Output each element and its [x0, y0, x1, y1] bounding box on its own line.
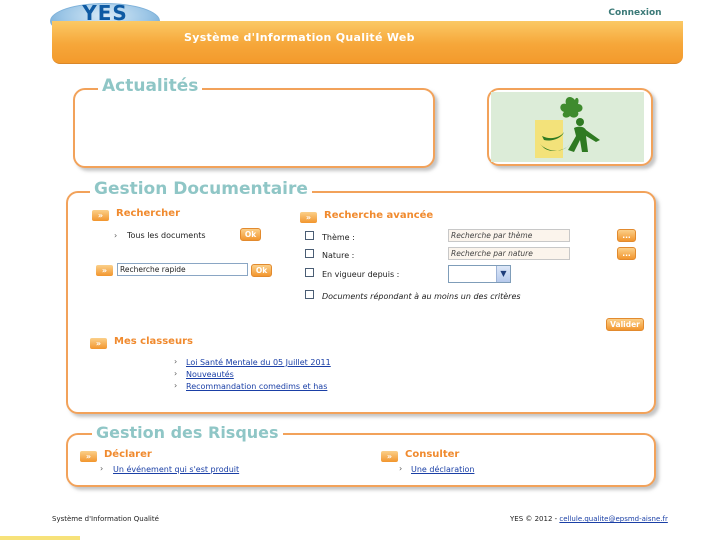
login-link[interactable]: Connexion: [590, 8, 680, 18]
theme-input[interactable]: Recherche par thème: [448, 229, 570, 242]
binder-link[interactable]: Nouveautés: [186, 370, 234, 379]
double-arrow-icon: »: [96, 265, 113, 276]
theme-label: Thème :: [322, 233, 355, 242]
consult-label: Consulter: [405, 449, 460, 460]
binder-link[interactable]: Recommandation comedims et has: [186, 382, 327, 391]
binders-label: Mes classeurs: [114, 336, 193, 347]
news-panel: [73, 88, 435, 168]
chevron-right-icon: ›: [100, 464, 104, 473]
double-arrow-icon: »: [90, 338, 107, 349]
advanced-search-label: Recherche avancée: [324, 210, 434, 221]
declare-event-link[interactable]: Un événement qui s'est produit: [113, 465, 239, 474]
risks-title: Gestion des Risques: [92, 423, 283, 442]
chevron-right-icon: ›: [174, 381, 178, 390]
double-arrow-icon: »: [92, 210, 109, 221]
chevron-right-icon: ›: [174, 369, 178, 378]
all-documents-label: Tous les documents: [127, 231, 206, 240]
search-section-label: Rechercher: [116, 208, 181, 219]
theme-browse-button[interactable]: ...: [617, 229, 636, 242]
theme-checkbox[interactable]: [305, 231, 314, 240]
quick-search-ok-button[interactable]: Ok: [251, 264, 272, 277]
footer-app-name: Système d'Information Qualité: [52, 515, 159, 523]
app-title: Système d'Information Qualité Web: [184, 31, 415, 44]
news-title: Actualités: [98, 76, 203, 96]
chevron-right-icon: ›: [399, 464, 403, 473]
quick-search-input[interactable]: Recherche rapide: [117, 263, 248, 276]
green-figure-illustration: [535, 97, 600, 158]
nature-label: Nature :: [322, 251, 355, 260]
documents-title: Gestion Documentaire: [90, 179, 312, 199]
footer-copyright: YES © 2012 - cellule.qualite@epsmd-aisne…: [510, 515, 668, 523]
validate-button[interactable]: Valider: [606, 318, 644, 331]
chevron-right-icon: ›: [174, 357, 178, 366]
nature-input[interactable]: Recherche par nature: [448, 247, 570, 260]
nature-browse-button[interactable]: ...: [617, 247, 636, 260]
chevron-right-icon: ›: [114, 231, 118, 240]
nature-checkbox[interactable]: [305, 249, 314, 258]
documents-panel: [66, 191, 656, 414]
double-arrow-icon: »: [300, 212, 317, 223]
double-arrow-icon: »: [381, 451, 398, 462]
declare-label: Déclarer: [104, 449, 152, 460]
consult-declaration-link[interactable]: Une déclaration: [411, 465, 474, 474]
contact-email-link[interactable]: cellule.qualite@epsmd-aisne.fr: [559, 515, 667, 523]
criteria-checkbox[interactable]: [305, 290, 314, 299]
criteria-label: Documents répondant à au moins un des cr…: [322, 292, 521, 301]
since-checkbox[interactable]: [305, 268, 314, 277]
since-date-select[interactable]: ▼: [448, 265, 511, 283]
since-label: En vigueur depuis :: [322, 270, 400, 279]
binder-link[interactable]: Loi Santé Mentale du 05 Juillet 2011: [186, 358, 331, 367]
copyright-text: YES © 2012 -: [510, 515, 560, 523]
double-arrow-icon: »: [80, 451, 97, 462]
all-documents-ok-button[interactable]: Ok: [240, 228, 261, 241]
dropdown-arrow-icon[interactable]: ▼: [496, 266, 510, 282]
status-strip: [0, 536, 80, 540]
